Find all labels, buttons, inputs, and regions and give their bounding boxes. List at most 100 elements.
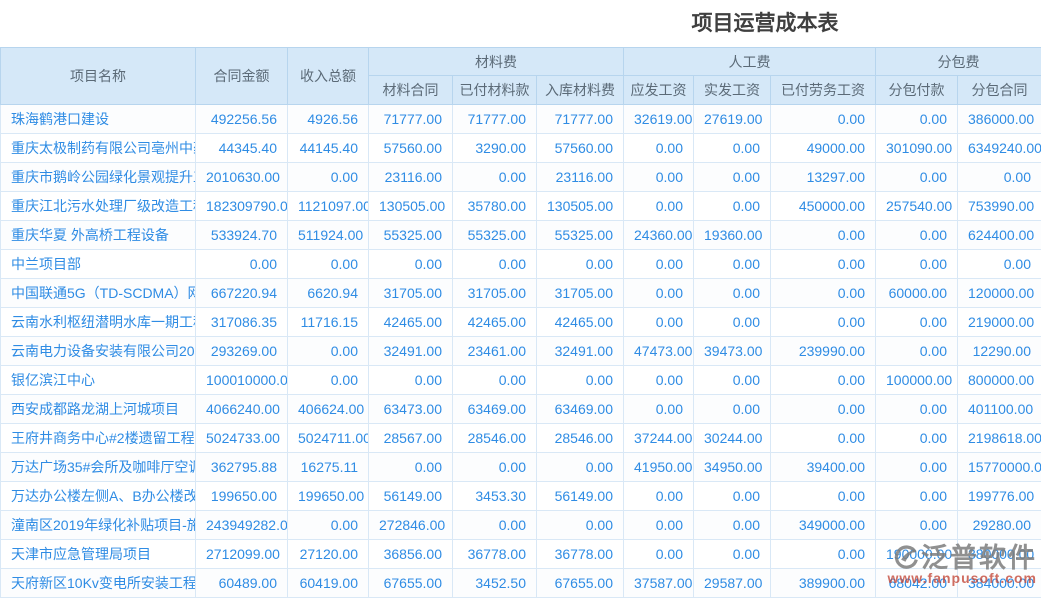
value-cell: 30244.00 bbox=[694, 424, 771, 453]
project-name-cell[interactable]: 万达广场35#会所及咖啡厅空调安装 bbox=[1, 453, 196, 482]
value-cell: 0.00 bbox=[369, 250, 453, 279]
value-cell: 0.00 bbox=[876, 453, 958, 482]
value-cell: 23461.00 bbox=[453, 337, 537, 366]
value-cell: 71777.00 bbox=[369, 105, 453, 134]
value-cell: 0.00 bbox=[771, 250, 876, 279]
group-header-material-fee: 材料费 bbox=[369, 48, 624, 76]
value-cell: 219000.00 bbox=[958, 308, 1041, 337]
value-cell: 39473.00 bbox=[694, 337, 771, 366]
value-cell: 199650.00 bbox=[288, 482, 369, 511]
project-name-cell[interactable]: 王府井商务中心#2楼遗留工程 bbox=[1, 424, 196, 453]
value-cell: 0.00 bbox=[453, 163, 537, 192]
value-cell: 0.00 bbox=[624, 250, 694, 279]
value-cell: 130505.00 bbox=[537, 192, 624, 221]
project-name-cell[interactable]: 云南电力设备安装有限公司2019年 bbox=[1, 337, 196, 366]
value-cell: 0.00 bbox=[288, 250, 369, 279]
value-cell: 0.00 bbox=[694, 192, 771, 221]
value-cell: 0.00 bbox=[453, 366, 537, 395]
value-cell: 3453.30 bbox=[453, 482, 537, 511]
project-name-cell[interactable]: 珠海鹤港口建设 bbox=[1, 105, 196, 134]
value-cell: 0.00 bbox=[624, 192, 694, 221]
value-cell: 60419.00 bbox=[288, 569, 369, 598]
project-name-cell[interactable]: 重庆江北污水处理厂级改造工程-标 bbox=[1, 192, 196, 221]
value-cell: 29280.00 bbox=[958, 511, 1041, 540]
table-row: 云南电力设备安装有限公司2019年293269.000.0032491.0023… bbox=[1, 337, 1041, 366]
value-cell: 0.00 bbox=[694, 540, 771, 569]
value-cell: 243949282.04 bbox=[196, 511, 288, 540]
value-cell: 55325.00 bbox=[369, 221, 453, 250]
table-row: 天府新区10Kv变电所安装工程60489.0060419.0067655.003… bbox=[1, 569, 1041, 598]
value-cell: 63469.00 bbox=[453, 395, 537, 424]
value-cell: 55325.00 bbox=[537, 221, 624, 250]
value-cell: 42465.00 bbox=[537, 308, 624, 337]
project-name-cell[interactable]: 潼南区2019年绿化补贴项目-施工 bbox=[1, 511, 196, 540]
value-cell: 0.00 bbox=[876, 250, 958, 279]
value-cell: 389900.00 bbox=[771, 569, 876, 598]
project-name-cell[interactable]: 重庆太极制药有限公司亳州中药材 bbox=[1, 134, 196, 163]
value-cell: 0.00 bbox=[771, 279, 876, 308]
value-cell: 67655.00 bbox=[537, 569, 624, 598]
project-name-cell[interactable]: 中国联通5G（TD-SCDMA）网络 bbox=[1, 279, 196, 308]
value-cell: 380000.00 bbox=[958, 540, 1041, 569]
col-header-material-in: 入库材料费 bbox=[537, 76, 624, 105]
value-cell: 362795.88 bbox=[196, 453, 288, 482]
value-cell: 384000.00 bbox=[958, 569, 1041, 598]
value-cell: 67655.00 bbox=[369, 569, 453, 598]
value-cell: 406624.00 bbox=[288, 395, 369, 424]
value-cell: 753990.00 bbox=[958, 192, 1041, 221]
value-cell: 63469.00 bbox=[537, 395, 624, 424]
value-cell: 492256.56 bbox=[196, 105, 288, 134]
value-cell: 401100.00 bbox=[958, 395, 1041, 424]
value-cell: 37244.00 bbox=[624, 424, 694, 453]
value-cell: 41950.00 bbox=[624, 453, 694, 482]
col-header-contract-amount: 合同金额 bbox=[196, 48, 288, 105]
project-name-cell[interactable]: 重庆华夏 外高桥工程设备 bbox=[1, 221, 196, 250]
project-name-cell[interactable]: 天津市应急管理局项目 bbox=[1, 540, 196, 569]
value-cell: 0.00 bbox=[771, 540, 876, 569]
value-cell: 199776.00 bbox=[958, 482, 1041, 511]
table-row: 中国联通5G（TD-SCDMA）网络667220.946620.9431705.… bbox=[1, 279, 1041, 308]
value-cell: 32619.00 bbox=[624, 105, 694, 134]
value-cell: 0.00 bbox=[453, 250, 537, 279]
col-header-material-paid: 已付材料款 bbox=[453, 76, 537, 105]
value-cell: 0.00 bbox=[694, 308, 771, 337]
value-cell: 16275.11 bbox=[288, 453, 369, 482]
value-cell: 0.00 bbox=[694, 395, 771, 424]
value-cell: 349000.00 bbox=[771, 511, 876, 540]
value-cell: 28546.00 bbox=[453, 424, 537, 453]
value-cell: 0.00 bbox=[537, 366, 624, 395]
value-cell: 3290.00 bbox=[453, 134, 537, 163]
value-cell: 29587.00 bbox=[694, 569, 771, 598]
value-cell: 0.00 bbox=[624, 308, 694, 337]
project-name-cell[interactable]: 云南水利枢纽潜明水库一期工程项 bbox=[1, 308, 196, 337]
value-cell: 0.00 bbox=[771, 221, 876, 250]
value-cell: 31705.00 bbox=[537, 279, 624, 308]
project-name-cell[interactable]: 西安成都路龙湖上河城项目 bbox=[1, 395, 196, 424]
project-name-cell[interactable]: 万达办公楼左侧A、B办公楼改造工 bbox=[1, 482, 196, 511]
value-cell: 0.00 bbox=[624, 134, 694, 163]
project-name-cell[interactable]: 天府新区10Kv变电所安装工程 bbox=[1, 569, 196, 598]
project-name-cell[interactable]: 重庆市鹅岭公园绿化景观提升工程 bbox=[1, 163, 196, 192]
table-row: 银亿滨江中心100010000.000.000.000.000.000.000.… bbox=[1, 366, 1041, 395]
value-cell: 63473.00 bbox=[369, 395, 453, 424]
value-cell: 0.00 bbox=[288, 366, 369, 395]
value-cell: 49000.00 bbox=[771, 134, 876, 163]
value-cell: 44145.40 bbox=[288, 134, 369, 163]
value-cell: 100010000.00 bbox=[196, 366, 288, 395]
project-name-cell[interactable]: 中兰项目部 bbox=[1, 250, 196, 279]
project-name-cell[interactable]: 银亿滨江中心 bbox=[1, 366, 196, 395]
value-cell: 23116.00 bbox=[537, 163, 624, 192]
table-header: 项目名称 合同金额 收入总额 材料费 人工费 分包费 材料合同 已付材料款 入库… bbox=[1, 48, 1041, 105]
value-cell: 0.00 bbox=[876, 163, 958, 192]
value-cell: 32491.00 bbox=[537, 337, 624, 366]
value-cell: 60489.00 bbox=[196, 569, 288, 598]
value-cell: 27619.00 bbox=[694, 105, 771, 134]
value-cell: 0.00 bbox=[369, 366, 453, 395]
table-row: 万达广场35#会所及咖啡厅空调安装362795.8816275.110.000.… bbox=[1, 453, 1041, 482]
value-cell: 511924.00 bbox=[288, 221, 369, 250]
value-cell: 293269.00 bbox=[196, 337, 288, 366]
value-cell: 11716.15 bbox=[288, 308, 369, 337]
value-cell: 0.00 bbox=[453, 511, 537, 540]
value-cell: 39400.00 bbox=[771, 453, 876, 482]
value-cell: 0.00 bbox=[876, 395, 958, 424]
